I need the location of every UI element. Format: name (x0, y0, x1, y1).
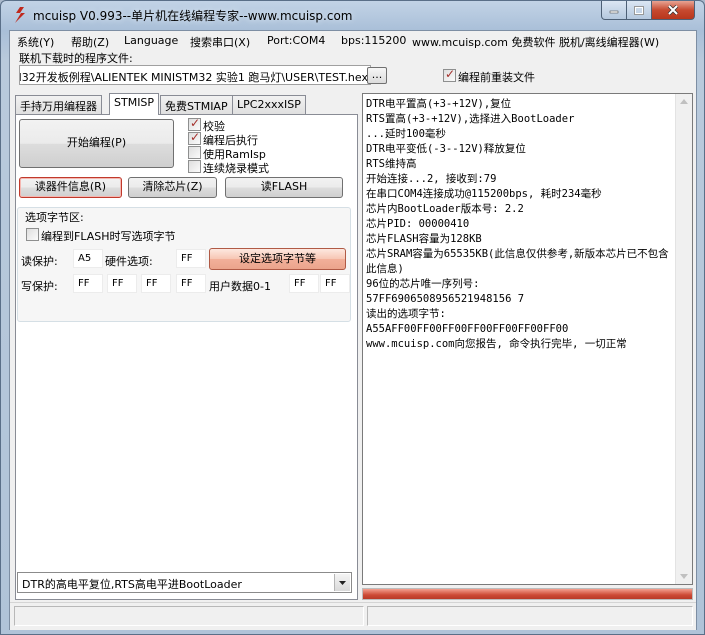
reload-before-program-label: 编程前重装文件 (458, 71, 535, 84)
status-pane-right (367, 606, 693, 626)
start-programming-button[interactable]: 开始编程(P) (19, 119, 174, 168)
output-log[interactable]: DTR电平置高(+3-+12V),复位 RTS置高(+3-+12V),选择进入Bo… (362, 93, 693, 585)
set-option-bytes-button[interactable]: 设定选项字节等 (209, 248, 346, 270)
app-window: mcuisp V0.993--单片机在线编程专家--www.mcuisp.com… (0, 0, 705, 635)
program-file-label: 联机下载时的程序文件: (19, 52, 133, 65)
log-line: 在串口COM4连接成功@115200bps, 耗时234毫秒 (366, 188, 602, 200)
read-protect-field[interactable]: A5 (73, 249, 103, 268)
scroll-down-icon[interactable] (680, 574, 688, 579)
log-line: 开始连接...2, 接收到:79 (366, 173, 497, 185)
tab-free-stmiap[interactable]: 免费STMIAP (160, 95, 233, 114)
progress-bar (362, 588, 693, 600)
menu-bar: 系统(Y) 帮助(Z) Language 搜索串口(X) Port:COM4 b… (10, 31, 696, 50)
app-logo-icon (15, 7, 25, 23)
write-protect-label: 写保护: (21, 280, 58, 293)
log-line: RTS置高(+3-+12V),选择进入BootLoader (366, 113, 575, 125)
minimize-icon (609, 10, 619, 14)
bootloader-mode-select[interactable]: DTR的高电平复位,RTS高电平进BootLoader (17, 572, 352, 593)
dropdown-button[interactable] (334, 574, 350, 591)
menu-port[interactable]: Port:COM4 (267, 34, 325, 47)
scroll-up-icon[interactable] (680, 99, 688, 104)
user-data-field-0[interactable]: FF (289, 274, 319, 293)
reload-before-program-checkbox[interactable] (443, 67, 456, 82)
use-ramisp-checkbox[interactable] (188, 146, 201, 159)
continuous-burn-checkbox[interactable] (188, 160, 201, 173)
browse-file-button[interactable]: ... (367, 67, 387, 84)
menu-search-port[interactable]: 搜索串口(X) (190, 34, 250, 50)
menu-website-offline-programmer[interactable]: www.mcuisp.com 免费软件 脱机/离线编程器(W) (412, 34, 659, 50)
hardware-option-label: 硬件选项: (105, 255, 153, 268)
bootloader-mode-value: DTR的高电平复位,RTS高电平进BootLoader (22, 578, 242, 591)
status-pane-left (14, 606, 364, 626)
window-title: mcuisp V0.993--单片机在线编程专家--www.mcuisp.com (33, 9, 353, 23)
menu-baud-rate[interactable]: bps:115200 (341, 34, 406, 47)
close-button[interactable] (651, 1, 695, 20)
close-icon (667, 5, 679, 15)
log-line: 芯片PID: 00000410 (366, 218, 470, 230)
write-option-bytes-label: 编程到FLASH时写选项字节 (41, 230, 176, 243)
read-device-info-button[interactable]: 读器件信息(R) (19, 177, 122, 198)
log-scrollbar[interactable] (675, 94, 692, 584)
tab-stmisp[interactable]: STMISP (109, 93, 160, 115)
log-line: www.mcuisp.com向您报告, 命令执行完毕, 一切正常 (366, 338, 627, 350)
maximize-button[interactable] (626, 1, 652, 20)
stmisp-panel: 开始编程(P) 校验 编程后执行 使用RamIsp 连续烧录模式 读器件信息(R… (15, 114, 358, 600)
run-after-program-checkbox[interactable] (188, 130, 201, 145)
read-flash-button[interactable]: 读FLASH (225, 177, 343, 198)
log-line: DTR电平变低(-3--12V)释放复位 (366, 143, 526, 155)
option-bytes-group: 选项字节区: 编程到FLASH时写选项字节 读保护: A5 硬件选项: FF 设… (17, 207, 351, 322)
status-bar (10, 602, 696, 630)
user-data-field-1[interactable]: FF (320, 274, 350, 293)
write-protect-field-3[interactable]: FF (176, 274, 206, 293)
log-line: 96位的芯片唯一序列号: (366, 278, 480, 290)
menu-help[interactable]: 帮助(Z) (71, 34, 109, 50)
tab-lpc2xxxisp[interactable]: LPC2xxxISP (232, 95, 306, 114)
maximize-icon (634, 5, 644, 15)
write-protect-field-0[interactable]: FF (73, 274, 103, 293)
log-line: ...延时100毫秒 (366, 128, 446, 140)
write-protect-field-2[interactable]: FF (141, 274, 171, 293)
continuous-burn-label: 连续烧录模式 (203, 162, 269, 175)
chevron-down-icon (339, 581, 346, 585)
erase-chip-button[interactable]: 清除芯片(Z) (128, 177, 217, 198)
log-line: A55AFF00FF00FF00FF00FF00FF00FF00 (366, 323, 569, 335)
title-bar[interactable]: mcuisp V0.993--单片机在线编程专家--www.mcuisp.com (1, 1, 704, 29)
menu-system[interactable]: 系统(Y) (17, 34, 54, 50)
log-line: 读出的选项字节: (366, 308, 446, 320)
option-bytes-group-label: 选项字节区: (25, 211, 84, 224)
log-line: RTS维持高 (366, 158, 417, 170)
log-line: 57FF6906508956521948156 7 (366, 293, 525, 305)
user-data-label: 用户数据0-1 (209, 280, 271, 293)
write-protect-field-1[interactable]: FF (107, 274, 137, 293)
program-file-path: M32开发板例程\ALIENTEK MINISTM32 实验1 跑马灯\USER… (19, 71, 368, 84)
hardware-option-field[interactable]: FF (176, 249, 206, 268)
program-file-path-field[interactable]: M32开发板例程\ALIENTEK MINISTM32 实验1 跑马灯\USER… (19, 65, 371, 85)
log-line: 芯片SRAM容量为65535KB(此信息仅供参考,新版本芯片已不包含此信息) (366, 248, 669, 275)
log-line: 芯片FLASH容量为128KB (366, 233, 482, 245)
tab-handheld-programmer[interactable]: 手持万用编程器 (15, 95, 102, 114)
read-protect-label: 读保护: (21, 255, 58, 268)
menu-language[interactable]: Language (124, 34, 178, 47)
minimize-button[interactable] (601, 1, 627, 20)
log-line: 芯片内BootLoader版本号: 2.2 (366, 203, 524, 215)
output-log-text: DTR电平置高(+3-+12V),复位 RTS置高(+3-+12V),选择进入Bo… (366, 97, 672, 352)
client-area: 系统(Y) 帮助(Z) Language 搜索串口(X) Port:COM4 b… (9, 30, 697, 630)
progress-fill (363, 589, 692, 599)
log-line: DTR电平置高(+3-+12V),复位 (366, 98, 512, 110)
write-option-bytes-checkbox[interactable] (26, 228, 39, 241)
